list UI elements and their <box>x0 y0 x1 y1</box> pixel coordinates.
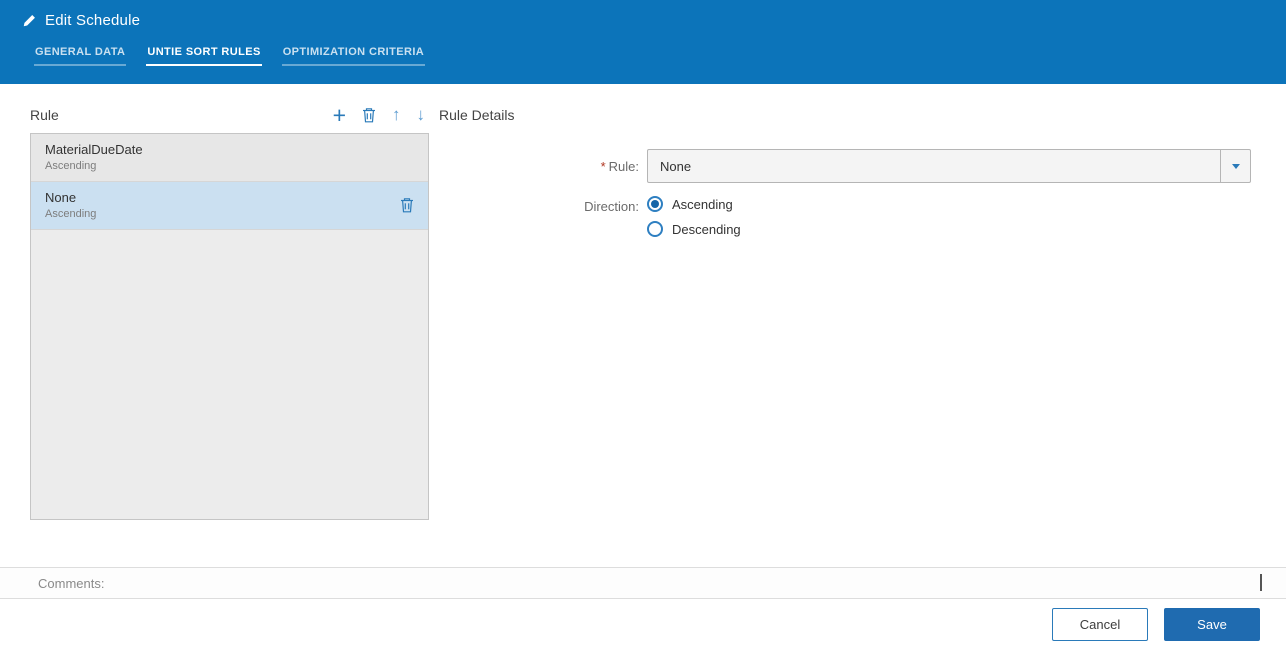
rule-dropdown-value: None <box>660 158 692 174</box>
rule-label: * Rule: <box>439 159 647 174</box>
rule-list-header: Rule + ↑ ↓ <box>30 103 429 127</box>
rule-dropdown[interactable]: None <box>647 149 1251 183</box>
item-delete-button[interactable] <box>398 197 416 213</box>
rule-item-name: None <box>45 190 77 205</box>
radio-descending-circle <box>647 221 663 237</box>
move-up-button[interactable]: ↑ <box>392 105 401 125</box>
comments-label: Comments: <box>38 575 105 591</box>
required-asterisk: * <box>600 158 606 174</box>
direction-radio-group: Ascending Descending <box>647 195 741 237</box>
chevron-up-icon <box>1260 573 1262 591</box>
direction-label: Direction: <box>584 199 639 214</box>
trash-icon <box>400 197 414 213</box>
rule-item-text: None Ascending <box>45 190 398 220</box>
tab-bar: GENERAL DATA UNTIE SORT RULES OPTIMIZATI… <box>34 46 1286 66</box>
tab-optimization-criteria[interactable]: OPTIMIZATION CRITERIA <box>281 46 426 66</box>
radio-ascending-circle <box>647 196 663 212</box>
direction-row: Direction: Ascending Descending <box>439 195 1260 237</box>
save-button[interactable]: Save <box>1164 607 1260 641</box>
add-rule-button[interactable]: + <box>332 102 346 128</box>
rule-row: * Rule: None <box>439 149 1260 183</box>
main-content: Rule + ↑ ↓ MaterialDueDate Ascending Non… <box>0 84 1286 567</box>
tab-general-data[interactable]: GENERAL DATA <box>34 46 127 66</box>
chevron-down-icon <box>1231 163 1240 169</box>
rule-item-direction: Ascending <box>45 160 97 172</box>
move-down-button[interactable]: ↓ <box>417 105 426 125</box>
rule-details-form: * Rule: None Direction: Ascending Descen… <box>439 149 1260 237</box>
rule-list-toolbar: + ↑ ↓ <box>332 102 429 128</box>
rule-dropdown-button[interactable] <box>1220 150 1250 182</box>
radio-descending-label: Descending <box>672 221 741 237</box>
comments-bar: Comments: <box>0 567 1286 598</box>
rule-list-item-selected[interactable]: None Ascending <box>31 182 428 230</box>
footer-bar: Cancel Save <box>0 598 1286 649</box>
arrow-down-icon: ↓ <box>416 105 426 124</box>
rule-details-panel: Rule Details * Rule: None Direction: Asc… <box>439 103 1260 249</box>
rule-item-direction: Ascending <box>45 208 97 220</box>
radio-descending[interactable]: Descending <box>647 221 741 237</box>
comments-collapse-button[interactable] <box>1256 572 1266 595</box>
page-title: Edit Schedule <box>45 12 141 29</box>
rule-label-text: Rule: <box>608 158 639 174</box>
rule-list-title: Rule <box>30 107 59 123</box>
delete-rule-button[interactable] <box>362 107 376 123</box>
title-row: Edit Schedule <box>22 12 1286 29</box>
rule-list: MaterialDueDate Ascending None Ascending <box>30 133 429 520</box>
header-bar: Edit Schedule GENERAL DATA UNTIE SORT RU… <box>0 0 1286 84</box>
rule-list-panel: Rule + ↑ ↓ MaterialDueDate Ascending Non… <box>30 103 429 520</box>
trash-icon <box>362 107 376 123</box>
tab-untie-sort-rules[interactable]: UNTIE SORT RULES <box>146 46 262 66</box>
rule-item-text: MaterialDueDate Ascending <box>45 142 416 172</box>
edit-pencil-icon <box>22 14 36 28</box>
rule-list-item[interactable]: MaterialDueDate Ascending <box>31 134 428 182</box>
plus-icon: + <box>332 102 346 128</box>
rule-details-title: Rule Details <box>439 107 515 123</box>
radio-ascending[interactable]: Ascending <box>647 196 741 212</box>
cancel-button[interactable]: Cancel <box>1052 607 1148 641</box>
rule-item-name: MaterialDueDate <box>45 142 143 157</box>
radio-ascending-label: Ascending <box>672 196 733 212</box>
arrow-up-icon: ↑ <box>392 105 401 124</box>
